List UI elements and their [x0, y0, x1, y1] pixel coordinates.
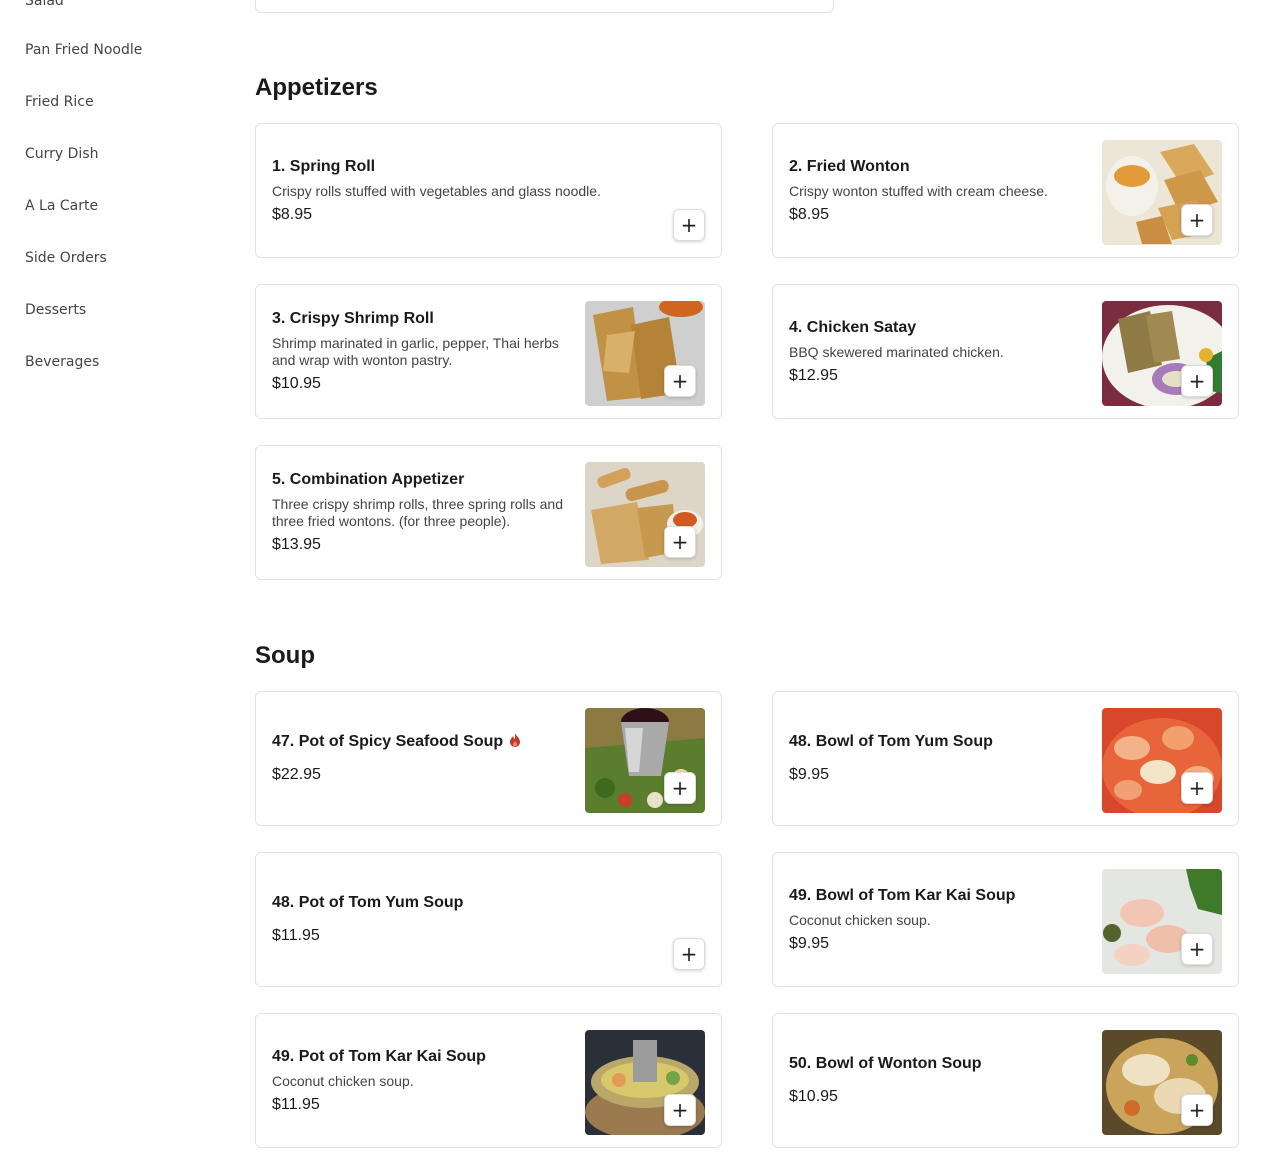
item-name: 48. Bowl of Tom Yum Soup — [789, 733, 993, 750]
item-price: $12.95 — [789, 366, 838, 384]
add-to-cart-button[interactable]: + — [1181, 1094, 1213, 1126]
item-name: 1. Spring Roll — [272, 157, 376, 175]
add-to-cart-button[interactable]: + — [1181, 772, 1213, 804]
item-price: $10.95 — [789, 1088, 838, 1105]
item-name: 2. Fried Wonton — [789, 157, 910, 175]
item-info: 48. Bowl of Tom Yum Soup $9.95 — [789, 692, 1088, 825]
menu-item-card[interactable]: 49. Pot of Tom Kar Kai Soup Coconut chic… — [255, 1013, 722, 1148]
add-to-cart-button[interactable]: + — [664, 1094, 696, 1126]
item-photo: + — [585, 1030, 705, 1135]
item-photo: + — [1102, 708, 1222, 813]
item-name-text: 47. Pot of Spicy Seafood Soup — [272, 733, 504, 750]
add-to-cart-button[interactable]: + — [673, 209, 705, 241]
item-price: $9.95 — [789, 934, 830, 952]
item-description: Coconut chicken soup. — [272, 1072, 414, 1089]
menu-content: Appetizers 1. Spring Roll Crispy rolls s… — [0, 0, 1270, 1155]
item-price: $22.95 — [272, 766, 321, 783]
spicy-icon — [510, 733, 521, 747]
item-info: 49. Bowl of Tom Kar Kai Soup Coconut chi… — [789, 853, 1088, 986]
section-title-appetizers: Appetizers — [255, 74, 378, 101]
item-photo: + — [1102, 140, 1222, 245]
item-description: BBQ skewered marinated chicken. — [789, 343, 1004, 360]
menu-item-card[interactable]: 3. Crispy Shrimp Roll Shrimp marinated i… — [255, 284, 722, 419]
item-info: 50. Bowl of Wonton Soup $10.95 — [789, 1014, 1088, 1147]
item-info: 4. Chicken Satay BBQ skewered marinated … — [789, 285, 1088, 418]
item-photo: + — [585, 462, 705, 567]
item-name: 49. Bowl of Tom Kar Kai Soup — [789, 886, 1016, 904]
item-info: 2. Fried Wonton Crispy wonton stuffed wi… — [789, 124, 1088, 257]
item-name: 5. Combination Appetizer — [272, 471, 465, 488]
item-info: 47. Pot of Spicy Seafood Soup $22.95 — [272, 692, 571, 825]
menu-item-card[interactable]: 2. Fried Wonton Crispy wonton stuffed wi… — [772, 123, 1239, 258]
add-to-cart-button[interactable]: + — [664, 772, 696, 804]
item-photo: + — [585, 708, 705, 813]
item-price: $8.95 — [272, 205, 313, 223]
item-price: $9.95 — [789, 766, 830, 783]
item-name: 47. Pot of Spicy Seafood Soup — [272, 732, 571, 752]
add-to-cart-button[interactable]: + — [1181, 933, 1213, 965]
item-info: 3. Crispy Shrimp Roll Shrimp marinated i… — [272, 285, 571, 418]
add-to-cart-button[interactable]: + — [1181, 365, 1213, 397]
item-price: $8.95 — [789, 205, 830, 223]
item-name: 3. Crispy Shrimp Roll — [272, 310, 434, 327]
menu-item-card[interactable]: 1. Spring Roll Crispy rolls stuffed with… — [255, 123, 722, 258]
item-name: 48. Pot of Tom Yum Soup — [272, 894, 464, 911]
add-to-cart-button[interactable]: + — [673, 938, 705, 970]
menu-item-card[interactable]: 5. Combination Appetizer Three crispy sh… — [255, 445, 722, 580]
item-photo: + — [1102, 301, 1222, 406]
item-photo: + — [1102, 869, 1222, 974]
menu-item-card[interactable]: 49. Bowl of Tom Kar Kai Soup Coconut chi… — [772, 852, 1239, 987]
item-price: $13.95 — [272, 536, 321, 553]
item-description: Shrimp marinated in garlic, pepper, Thai… — [272, 335, 559, 368]
item-photo: + — [1102, 1030, 1222, 1135]
item-name: 49. Pot of Tom Kar Kai Soup — [272, 1047, 486, 1065]
menu-item-card[interactable]: 48. Bowl of Tom Yum Soup $9.95 + — [772, 691, 1239, 826]
item-description: Three crispy shrimp rolls, three spring … — [272, 496, 563, 529]
item-description: Coconut chicken soup. — [789, 911, 931, 928]
add-to-cart-button[interactable]: + — [1181, 204, 1213, 236]
previous-section-card — [255, 0, 834, 13]
add-to-cart-button[interactable]: + — [664, 526, 696, 558]
item-price: $11.95 — [272, 927, 320, 944]
item-info: 1. Spring Roll Crispy rolls stuffed with… — [272, 124, 705, 257]
menu-item-card[interactable]: 48. Pot of Tom Yum Soup $11.95 + — [255, 852, 722, 987]
item-info: 49. Pot of Tom Kar Kai Soup Coconut chic… — [272, 1014, 571, 1147]
menu-item-card[interactable]: 47. Pot of Spicy Seafood Soup $22.95 + — [255, 691, 722, 826]
item-info: 48. Pot of Tom Yum Soup $11.95 — [272, 853, 705, 986]
add-to-cart-button[interactable]: + — [664, 365, 696, 397]
menu-item-card[interactable]: 4. Chicken Satay BBQ skewered marinated … — [772, 284, 1239, 419]
item-name: 4. Chicken Satay — [789, 318, 917, 336]
item-photo: + — [585, 301, 705, 406]
item-description: Crispy wonton stuffed with cream cheese. — [789, 182, 1048, 199]
item-price: $10.95 — [272, 375, 321, 392]
menu-item-card[interactable]: 50. Bowl of Wonton Soup $10.95 + — [772, 1013, 1239, 1148]
item-name: 50. Bowl of Wonton Soup — [789, 1055, 982, 1072]
section-title-soup: Soup — [255, 642, 315, 669]
item-description: Crispy rolls stuffed with vegetables and… — [272, 182, 601, 199]
item-info: 5. Combination Appetizer Three crispy sh… — [272, 446, 571, 579]
item-price: $11.95 — [272, 1095, 320, 1113]
